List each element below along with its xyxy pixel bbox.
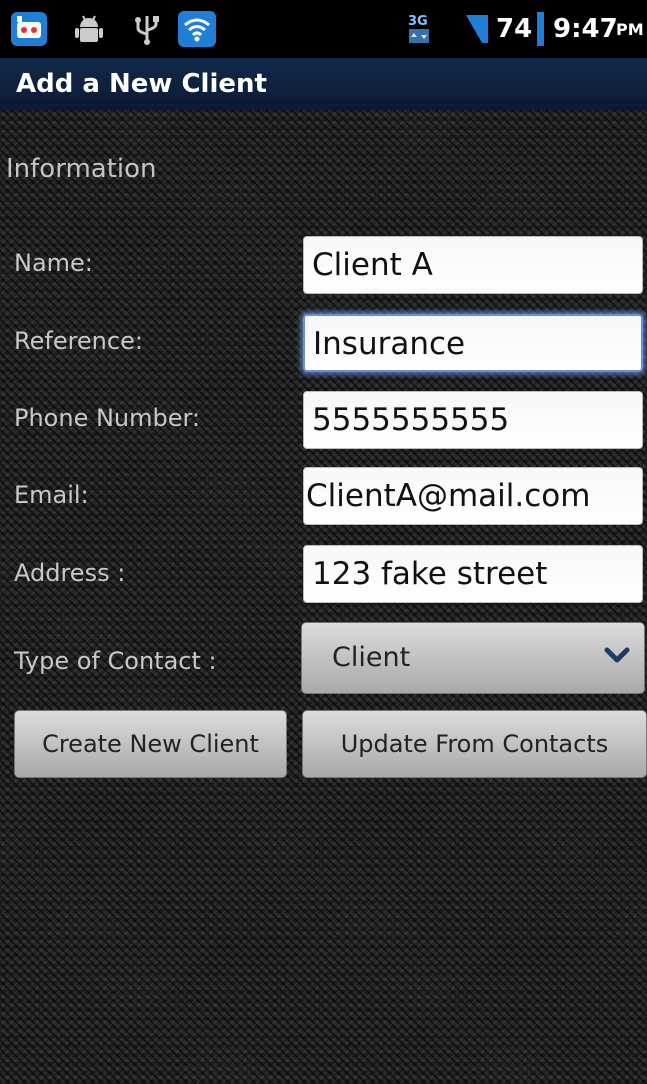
battery-level: 74 — [496, 14, 533, 44]
phone-label: Phone Number: — [14, 404, 201, 432]
battery-icon — [462, 10, 492, 48]
title-bar: Add a New Client — [0, 58, 647, 110]
contact-type-value: Client — [332, 642, 411, 673]
chevron-down-icon — [604, 647, 630, 669]
email-input[interactable]: ClientA@mail.com — [303, 467, 643, 525]
section-title: Information — [6, 154, 157, 184]
phone-input[interactable]: 5555555555 — [303, 391, 643, 449]
address-input[interactable]: 123 fake street — [303, 545, 643, 603]
contact-type-dropdown[interactable]: Client — [301, 622, 645, 694]
usb-icon — [132, 10, 162, 48]
signal-bar — [537, 12, 544, 46]
status-bar: 3G 74 9:47 PM — [0, 0, 647, 58]
name-label: Name: — [14, 249, 93, 277]
page-title: Add a New Client — [16, 69, 267, 99]
app-notification-icon — [8, 10, 50, 48]
reference-label: Reference: — [14, 327, 143, 355]
clock-time: 9:47 — [553, 14, 618, 44]
clock-ampm: PM — [616, 20, 644, 39]
signal-3g-icon: 3G — [405, 10, 433, 48]
name-input[interactable]: Client A — [303, 236, 643, 294]
svg-text:3G: 3G — [408, 14, 428, 29]
contact-type-label: Type of Contact : — [14, 647, 217, 675]
debug-android-icon — [72, 10, 106, 48]
create-new-client-button[interactable]: Create New Client — [14, 710, 287, 778]
wifi-icon — [176, 10, 218, 48]
email-label: Email: — [14, 481, 89, 509]
reference-input[interactable]: Insurance — [303, 314, 643, 372]
address-label: Address : — [14, 559, 126, 587]
update-from-contacts-button[interactable]: Update From Contacts — [302, 710, 647, 778]
form-container: Information Name: Client A Reference: In… — [0, 110, 647, 1084]
